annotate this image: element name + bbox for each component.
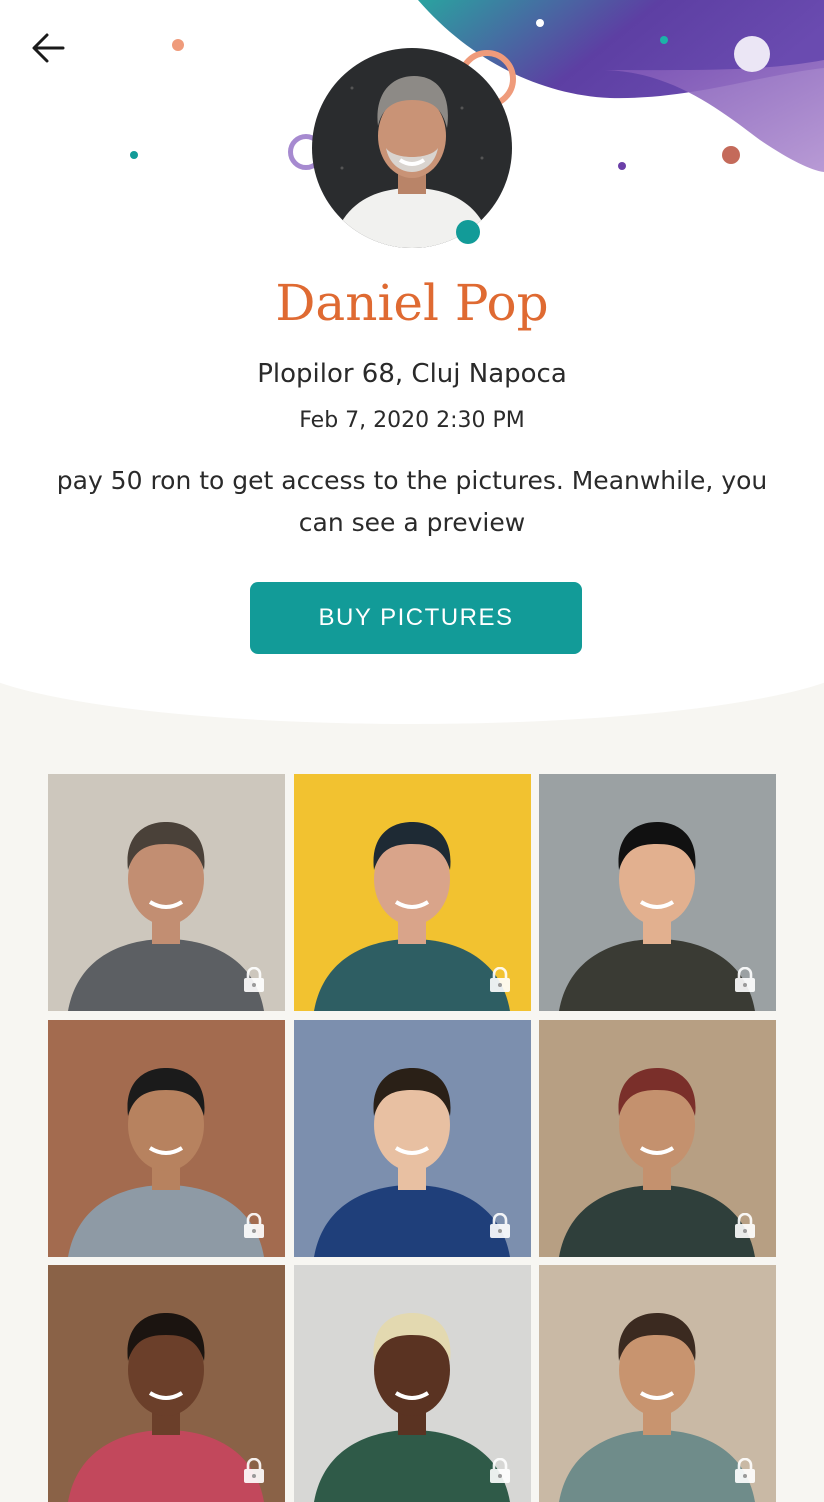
lock-icon: [489, 967, 510, 992]
session-datetime: Feb 7, 2020 2:30 PM: [299, 408, 525, 433]
photo-tile[interactable]: [293, 774, 531, 1011]
lock-icon: [735, 1212, 755, 1238]
avatar: [312, 48, 512, 248]
back-button[interactable]: [26, 28, 70, 68]
photo-tile[interactable]: [48, 774, 285, 1011]
photo-tile[interactable]: [293, 1019, 531, 1257]
decor-dot: [734, 36, 770, 72]
decor-dot: [536, 19, 544, 27]
photo-tile[interactable]: [48, 1265, 285, 1502]
lock-icon: [244, 1212, 264, 1238]
profile-address: Plopilor 68, Cluj Napoca: [257, 359, 567, 389]
access-description: pay 50 ron to get access to the pictures…: [56, 466, 768, 537]
decor-dot: [618, 162, 626, 170]
photo-tile[interactable]: [539, 1019, 776, 1257]
buy-pictures-button[interactable]: BUY PICTURES: [250, 582, 582, 654]
photo-tile[interactable]: [539, 774, 776, 1011]
status-indicator: [456, 220, 480, 244]
decor-dot: [130, 151, 138, 159]
decor-dot: [660, 36, 668, 44]
lock-icon: [735, 967, 755, 992]
lock-icon: [244, 967, 264, 992]
profile-name: Daniel Pop: [275, 274, 549, 332]
arrow-left-icon: [32, 33, 65, 63]
decor-dot: [722, 146, 740, 164]
photo-tile[interactable]: [293, 1265, 531, 1502]
photo-tile[interactable]: [48, 1019, 285, 1257]
decor-dot: [172, 39, 184, 51]
lock-icon: [489, 1212, 510, 1238]
photo-tile[interactable]: [539, 1265, 776, 1502]
